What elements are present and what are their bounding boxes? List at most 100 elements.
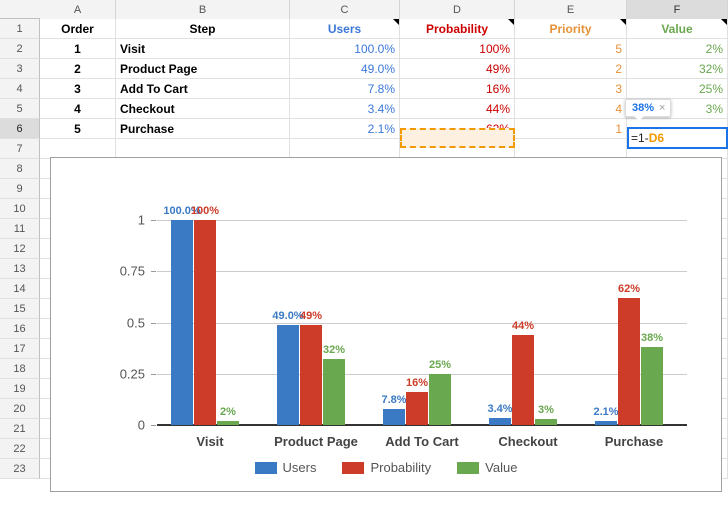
chart-legend[interactable]: Users Probability Value bbox=[51, 460, 721, 475]
cell-d3[interactable]: 49% bbox=[400, 59, 515, 79]
row-header-8[interactable]: 8 bbox=[0, 159, 40, 179]
cell-c2[interactable]: 100.0% bbox=[290, 39, 400, 59]
cell-a7[interactable] bbox=[40, 139, 116, 159]
row-header-18[interactable]: 18 bbox=[0, 359, 40, 379]
cell-b6[interactable]: Purchase bbox=[116, 119, 290, 139]
cell-d2[interactable]: 100% bbox=[400, 39, 515, 59]
cell-a2[interactable]: 1 bbox=[40, 39, 116, 59]
bar-value-add-to-cart[interactable] bbox=[429, 373, 451, 425]
cell-c6[interactable]: 2.1% bbox=[290, 119, 400, 139]
bar-value-visit[interactable] bbox=[217, 420, 239, 425]
row-header-19[interactable]: 19 bbox=[0, 379, 40, 399]
bar-users-visit[interactable] bbox=[171, 220, 193, 425]
cell-e3[interactable]: 2 bbox=[515, 59, 627, 79]
cell-f2[interactable]: 2% bbox=[627, 39, 728, 59]
row-header-20[interactable]: 20 bbox=[0, 399, 40, 419]
cell-b4[interactable]: Add To Cart bbox=[116, 79, 290, 99]
cell-a3[interactable]: 2 bbox=[40, 59, 116, 79]
row-header-9[interactable]: 9 bbox=[0, 179, 40, 199]
bar-probability-checkout[interactable] bbox=[512, 334, 534, 425]
header-cell-c[interactable]: Users bbox=[290, 19, 400, 39]
y-axis-tick-mark bbox=[151, 322, 156, 324]
bar-probability-product-page[interactable] bbox=[300, 324, 322, 425]
header-cell-f[interactable]: Value bbox=[627, 19, 728, 39]
dependency-highlight-cell[interactable] bbox=[400, 128, 515, 148]
row-header-12[interactable]: 12 bbox=[0, 239, 40, 259]
column-header-e[interactable]: E bbox=[515, 0, 627, 19]
row-header-17[interactable]: 17 bbox=[0, 339, 40, 359]
row-header-10[interactable]: 10 bbox=[0, 199, 40, 219]
row-header-16[interactable]: 16 bbox=[0, 319, 40, 339]
cell-c5[interactable]: 3.4% bbox=[290, 99, 400, 119]
cell-a4[interactable]: 3 bbox=[40, 79, 116, 99]
cell-b5[interactable]: Checkout bbox=[116, 99, 290, 119]
cell-b3[interactable]: Product Page bbox=[116, 59, 290, 79]
row-header-2[interactable]: 2 bbox=[0, 39, 40, 59]
column-header-c[interactable]: C bbox=[290, 0, 400, 19]
chart-bar-group[interactable]: 7.8% 16% 25% bbox=[369, 220, 475, 425]
cell-d5[interactable]: 44% bbox=[400, 99, 515, 119]
cell-e5[interactable]: 4 bbox=[515, 99, 627, 119]
cell-f3[interactable]: 32% bbox=[627, 59, 728, 79]
bar-value-purchase[interactable] bbox=[641, 347, 663, 425]
column-header-d[interactable]: D bbox=[400, 0, 515, 19]
row-header-15[interactable]: 15 bbox=[0, 299, 40, 319]
cell-e4[interactable]: 3 bbox=[515, 79, 627, 99]
bar-probability-purchase[interactable] bbox=[618, 297, 640, 425]
row-header-13[interactable]: 13 bbox=[0, 259, 40, 279]
chart-bar-group[interactable]: 49.0% 49% 32% bbox=[263, 220, 369, 425]
legend-item-users[interactable]: Users bbox=[254, 460, 316, 475]
row-header-7[interactable]: 7 bbox=[0, 139, 40, 159]
column-header-a[interactable]: A bbox=[40, 0, 116, 19]
legend-item-value[interactable]: Value bbox=[457, 460, 517, 475]
chart-plot-area: 0 0.25 0.5 0.75 1 100.0% 100% 2% 49.0% 49% 32% 7.8%… bbox=[120, 205, 687, 433]
cell-b7[interactable] bbox=[116, 139, 290, 159]
row-header-1[interactable]: 1 bbox=[0, 19, 40, 39]
bar-probability-visit[interactable] bbox=[194, 220, 216, 425]
row-header-21[interactable]: 21 bbox=[0, 419, 40, 439]
cell-e7[interactable] bbox=[515, 139, 627, 159]
cell-b2[interactable]: Visit bbox=[116, 39, 290, 59]
bar-users-add-to-cart[interactable] bbox=[383, 409, 405, 425]
value-tooltip[interactable]: 38% × bbox=[625, 99, 672, 121]
bar-users-product-page[interactable] bbox=[277, 324, 299, 425]
active-cell-editor[interactable]: =1- D6 bbox=[627, 127, 728, 149]
row-header-5[interactable]: 5 bbox=[0, 99, 40, 119]
cell-c3[interactable]: 49.0% bbox=[290, 59, 400, 79]
legend-swatch bbox=[254, 461, 277, 474]
cell-c4[interactable]: 7.8% bbox=[290, 79, 400, 99]
column-header-b[interactable]: B bbox=[116, 0, 290, 19]
header-cell-a[interactable]: Order bbox=[40, 19, 116, 39]
row-header-22[interactable]: 22 bbox=[0, 439, 40, 459]
embedded-chart[interactable]: 0 0.25 0.5 0.75 1 100.0% 100% 2% 49.0% 49% 32% 7.8%… bbox=[50, 157, 722, 492]
bar-value-product-page[interactable] bbox=[323, 359, 345, 425]
cell-a6[interactable]: 5 bbox=[40, 119, 116, 139]
header-cell-b[interactable]: Step bbox=[116, 19, 290, 39]
cell-d4[interactable]: 16% bbox=[400, 79, 515, 99]
header-cell-d[interactable]: Probability bbox=[400, 19, 515, 39]
header-cell-e[interactable]: Priority bbox=[515, 19, 627, 39]
x-axis-label: Add To Cart bbox=[385, 434, 459, 449]
bar-users-checkout[interactable] bbox=[489, 418, 511, 425]
row-header-14[interactable]: 14 bbox=[0, 279, 40, 299]
close-icon[interactable]: × bbox=[659, 102, 665, 114]
row-header-4[interactable]: 4 bbox=[0, 79, 40, 99]
chart-bar-group[interactable]: 2.1% 62% 38% bbox=[581, 220, 687, 425]
cell-f4[interactable]: 25% bbox=[627, 79, 728, 99]
bar-value-checkout[interactable] bbox=[535, 418, 557, 425]
row-header-11[interactable]: 11 bbox=[0, 219, 40, 239]
bar-probability-add-to-cart[interactable] bbox=[406, 392, 428, 425]
cell-a5[interactable]: 4 bbox=[40, 99, 116, 119]
row-header-23[interactable]: 23 bbox=[0, 459, 40, 479]
legend-item-probability[interactable]: Probability bbox=[342, 460, 431, 475]
column-header-f[interactable]: F bbox=[627, 0, 728, 19]
chart-bar-group[interactable]: 100.0% 100% 2% bbox=[157, 205, 263, 425]
cell-c7[interactable] bbox=[290, 139, 400, 159]
chart-bar-group[interactable]: 3.4% 44% 3% bbox=[475, 220, 581, 425]
bar-users-purchase[interactable] bbox=[595, 420, 617, 425]
cell-e2[interactable]: 5 bbox=[515, 39, 627, 59]
legend-swatch bbox=[342, 461, 365, 474]
row-header-3[interactable]: 3 bbox=[0, 59, 40, 79]
cell-e6[interactable]: 1 bbox=[515, 119, 627, 139]
row-header-6[interactable]: 6 bbox=[0, 119, 40, 139]
